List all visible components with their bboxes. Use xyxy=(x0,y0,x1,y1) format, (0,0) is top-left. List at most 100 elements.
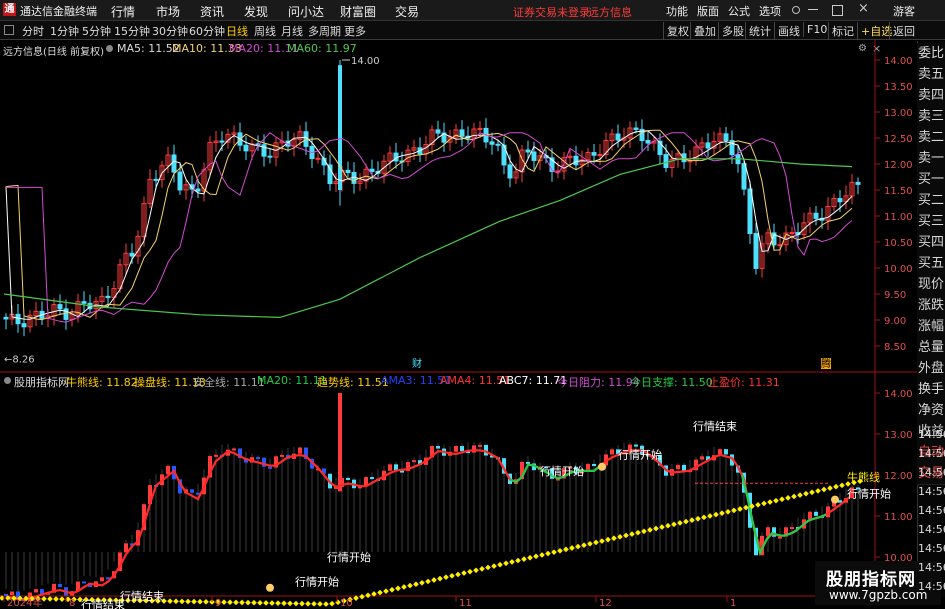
menu-jiaoyi[interactable]: 交易 xyxy=(395,3,419,20)
side-item-3[interactable]: 卖三 xyxy=(917,106,945,128)
bull-bear-dot xyxy=(59,596,65,602)
bull-bear-dot xyxy=(281,600,287,607)
bull-bear-dot xyxy=(449,573,455,579)
tab-1min[interactable]: 1分钟 xyxy=(50,23,79,39)
date-label: 12 xyxy=(599,598,612,609)
menu-wenxiaoda[interactable]: 问小达 xyxy=(288,3,324,20)
close-icon[interactable]: × xyxy=(858,1,869,16)
price-tick-label: 11.50 xyxy=(884,186,913,197)
menu-zixun[interactable]: 资讯 xyxy=(200,3,224,20)
tab-daily[interactable]: 日线 xyxy=(226,23,248,39)
tab-fenshi[interactable]: 分时 xyxy=(22,23,44,39)
button-back[interactable]: 返回 xyxy=(889,22,918,40)
side-item-1[interactable]: 卖五 xyxy=(917,64,945,86)
stock-notice[interactable]: 远方信息 xyxy=(588,4,632,20)
bull-bear-dot xyxy=(395,585,401,592)
candle-body xyxy=(327,164,333,185)
bull-bear-dot xyxy=(47,596,53,602)
menu-shichang[interactable]: 市场 xyxy=(156,3,180,20)
trade-time-2: 14:56 xyxy=(918,466,945,479)
bull-bear-dot xyxy=(311,601,317,607)
date-label: 1 xyxy=(730,598,736,609)
side-item-6[interactable]: 买一 xyxy=(917,169,945,191)
side-item-13[interactable]: 涨幅 xyxy=(917,316,945,338)
tab-monthly[interactable]: 月线 xyxy=(281,23,303,39)
price-tick-label: 9.00 xyxy=(884,316,906,327)
bull-bear-dot xyxy=(839,482,845,489)
bull-bear-dot xyxy=(221,599,227,606)
menu-gongneng[interactable]: 功能 xyxy=(666,3,688,19)
bull-bear-dot xyxy=(359,593,365,600)
bull-bear-dot xyxy=(785,495,791,501)
sub-candle xyxy=(370,477,374,480)
qushi-value: 趋势线: 11.51 xyxy=(317,376,389,389)
sub-candle xyxy=(610,449,614,455)
user-icon[interactable] xyxy=(792,6,800,14)
bull-bear-dot xyxy=(791,493,797,500)
candle-body xyxy=(591,152,597,156)
button-tongji[interactable]: 统计 xyxy=(745,22,774,40)
bull-bear-dot xyxy=(461,570,467,576)
kline-chart-area[interactable]: 14.00←8.26 财腾 14.0013.5013.0012.5012.0011… xyxy=(0,40,917,609)
menu-gongshi[interactable]: 公式 xyxy=(728,3,750,19)
tab-weekly[interactable]: 周线 xyxy=(254,23,276,39)
button-f10[interactable]: F10 xyxy=(803,22,830,37)
login-status[interactable]: 证券交易未登录 xyxy=(513,4,590,20)
signal-label: 行情开始 xyxy=(327,550,371,564)
bull-bear-dot xyxy=(317,601,323,607)
signal-dot xyxy=(831,495,839,504)
button-diejia[interactable]: 叠加 xyxy=(690,22,719,40)
maximize-icon[interactable] xyxy=(832,5,843,16)
guest-label[interactable]: 游客 xyxy=(893,3,915,19)
button-fuquan[interactable]: 复权 xyxy=(663,22,692,40)
menu-banmian[interactable]: 版面 xyxy=(697,3,719,19)
side-item-7[interactable]: 买二 xyxy=(917,190,945,212)
bull-bear-dot xyxy=(407,582,413,589)
side-item-10[interactable]: 买五 xyxy=(917,253,945,275)
side-item-9[interactable]: 买四 xyxy=(917,232,945,254)
app-title: 通达信金融终端 xyxy=(20,5,97,18)
bull-bear-dot xyxy=(305,600,311,607)
side-item-2[interactable]: 卖四 xyxy=(917,85,945,107)
tab-more[interactable]: 更多 xyxy=(344,23,366,39)
button-biaoji[interactable]: 标记 xyxy=(828,22,857,40)
tab-30min[interactable]: 30分钟 xyxy=(152,23,188,39)
bull-bear-dot xyxy=(197,598,203,605)
sub-price-tick-label: 13.00 xyxy=(884,430,913,441)
layout-icon[interactable] xyxy=(4,25,14,35)
button-duogu[interactable]: 多股 xyxy=(718,22,747,40)
tab-15min[interactable]: 15分钟 xyxy=(114,23,150,39)
button-huaxian[interactable]: 画线 xyxy=(774,22,803,40)
side-item-8[interactable]: 买三 xyxy=(917,211,945,233)
tab-60min[interactable]: 60分钟 xyxy=(189,23,225,39)
bull-bear-dot xyxy=(533,553,539,560)
candle-body xyxy=(723,133,729,142)
menu-xuanxiang[interactable]: 选项 xyxy=(759,3,781,19)
menu-caifuquan[interactable]: 财富圈 xyxy=(340,3,376,20)
side-item-16[interactable]: 换手 xyxy=(917,379,945,401)
menu-hangqing[interactable]: 行情 xyxy=(111,3,135,20)
indicator-settings-icon[interactable] xyxy=(4,377,11,384)
tab-multi-period[interactable]: 多周期 xyxy=(308,23,341,39)
side-item-12[interactable]: 涨跌 xyxy=(917,295,945,317)
bull-bear-dot xyxy=(755,501,761,508)
bull-bear-dot xyxy=(53,596,59,602)
minimize-icon[interactable] xyxy=(808,9,818,10)
sub-candle xyxy=(232,448,236,451)
candle-body xyxy=(753,233,759,269)
tab-5min[interactable]: 5分钟 xyxy=(82,23,111,39)
candle-body xyxy=(338,65,342,190)
side-item-11[interactable]: 现价 xyxy=(917,274,945,296)
side-item-14[interactable]: 总量 xyxy=(917,337,945,359)
niuxiong-value: 牛熊线: 11.82 xyxy=(66,376,138,389)
sub-candle xyxy=(82,581,86,584)
menu-faxian[interactable]: 发现 xyxy=(244,3,268,20)
side-item-5[interactable]: 卖一 xyxy=(917,148,945,170)
candle-body xyxy=(705,142,711,149)
news-marker: 财 xyxy=(412,357,422,370)
bull-bear-dot xyxy=(773,497,779,504)
side-item-17[interactable]: 净资 xyxy=(917,400,945,422)
side-item-0[interactable]: 委比 xyxy=(917,43,945,65)
side-item-15[interactable]: 外盘 xyxy=(917,358,945,380)
side-item-4[interactable]: 卖二 xyxy=(917,127,945,149)
